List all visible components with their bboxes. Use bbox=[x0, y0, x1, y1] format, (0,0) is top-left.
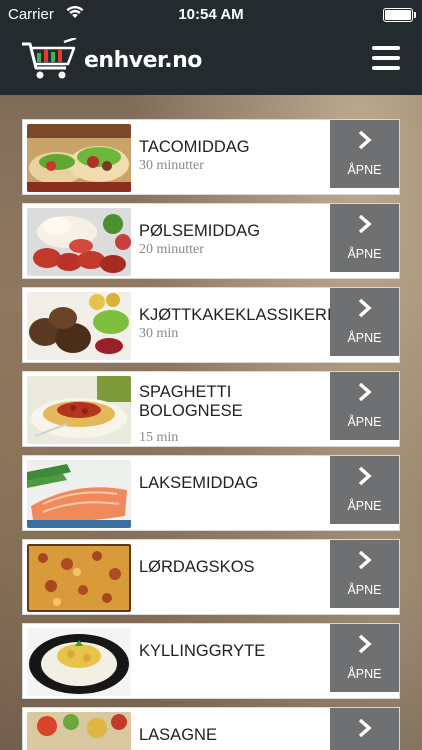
recipe-title: SPAGHETTI BOLOGNESE bbox=[139, 383, 243, 420]
shopping-cart-logo-icon[interactable] bbox=[20, 38, 78, 82]
chevron-right-icon bbox=[358, 634, 372, 654]
chevron-right-icon bbox=[358, 382, 372, 402]
recipe-thumbnail-laksemiddag bbox=[27, 460, 131, 528]
recipe-time: 15 min bbox=[139, 430, 179, 445]
open-button[interactable]: ÅPNE bbox=[330, 288, 399, 356]
recipe-title: KYLLINGGRYTE bbox=[139, 642, 266, 660]
recipe-thumbnail-lasagne bbox=[27, 712, 131, 750]
chevron-right-icon bbox=[358, 466, 372, 486]
logo-text[interactable]: enhver.no bbox=[84, 48, 202, 73]
recipe-row-kjottkakeklassikeri[interactable]: KJØTTKAKEKLASSIKERI 30 min ÅPNE bbox=[22, 287, 400, 363]
recipe-time: 30 minutter bbox=[139, 158, 204, 173]
chevron-right-icon bbox=[358, 298, 372, 318]
open-button-label: ÅPNE bbox=[347, 247, 382, 261]
open-button-label: ÅPNE bbox=[347, 499, 382, 513]
chevron-right-icon bbox=[358, 550, 372, 570]
open-button-label: ÅPNE bbox=[347, 583, 382, 597]
status-bar: Carrier 10:54 AM bbox=[0, 0, 422, 30]
open-button[interactable]: ÅPNE bbox=[330, 624, 399, 692]
open-button[interactable]: ÅPNE bbox=[330, 204, 399, 272]
recipe-title: KJØTTKAKEKLASSIKERI bbox=[139, 306, 332, 324]
open-button[interactable]: ÅPNE bbox=[330, 456, 399, 524]
recipe-row-lasagne[interactable]: LASAGNE ÅPNE bbox=[22, 707, 400, 750]
top-bar: Carrier 10:54 AM enhver.no bbox=[0, 0, 422, 95]
hamburger-menu-icon[interactable] bbox=[372, 46, 400, 72]
status-time: 10:54 AM bbox=[178, 6, 244, 23]
recipe-thumbnail-kyllinggryte bbox=[27, 628, 131, 696]
open-button[interactable]: ÅPNE bbox=[330, 708, 399, 750]
recipe-thumbnail-spaghetti-bolognese bbox=[27, 376, 131, 444]
recipe-row-kyllinggryte[interactable]: KYLLINGGRYTE ÅPNE bbox=[22, 623, 400, 699]
recipe-time: 20 minutter bbox=[139, 242, 204, 257]
open-button[interactable]: ÅPNE bbox=[330, 120, 399, 188]
open-button[interactable]: ÅPNE bbox=[330, 372, 399, 440]
open-button-label: ÅPNE bbox=[347, 331, 382, 345]
chevron-right-icon bbox=[358, 718, 372, 738]
open-button-label: ÅPNE bbox=[347, 415, 382, 429]
recipe-title: PØLSEMIDDAG bbox=[139, 222, 261, 240]
recipe-row-laksemiddag[interactable]: LAKSEMIDDAG ÅPNE bbox=[22, 455, 400, 531]
recipe-thumbnail-kjottkakeklassikeri bbox=[27, 292, 131, 360]
recipe-thumbnail-polsemiddag bbox=[27, 208, 131, 276]
chevron-right-icon bbox=[358, 214, 372, 234]
recipe-thumbnail-lordagskos bbox=[27, 544, 131, 612]
recipe-row-lordagskos[interactable]: LØRDAGSKOS ÅPNE bbox=[22, 539, 400, 615]
recipe-time: 30 min bbox=[139, 326, 179, 341]
open-button-label: ÅPNE bbox=[347, 163, 382, 177]
open-button[interactable]: ÅPNE bbox=[330, 540, 399, 608]
recipe-title: LØRDAGSKOS bbox=[139, 558, 255, 576]
recipe-title: TACOMIDDAG bbox=[139, 138, 250, 156]
recipe-row-polsemiddag[interactable]: PØLSEMIDDAG 20 minutter ÅPNE bbox=[22, 203, 400, 279]
recipe-row-tacomiddag[interactable]: TACOMIDDAG 30 minutter ÅPNE bbox=[22, 119, 400, 195]
recipe-title: LASAGNE bbox=[139, 726, 217, 744]
nav-bar: enhver.no bbox=[0, 30, 422, 95]
recipe-title: LAKSEMIDDAG bbox=[139, 474, 259, 492]
chevron-right-icon bbox=[358, 130, 372, 150]
battery-icon bbox=[383, 8, 416, 22]
recipe-row-spaghetti-bolognese[interactable]: SPAGHETTI BOLOGNESE 15 min ÅPNE bbox=[22, 371, 400, 447]
recipe-thumbnail-tacomiddag bbox=[27, 124, 131, 192]
open-button-label: ÅPNE bbox=[347, 667, 382, 681]
